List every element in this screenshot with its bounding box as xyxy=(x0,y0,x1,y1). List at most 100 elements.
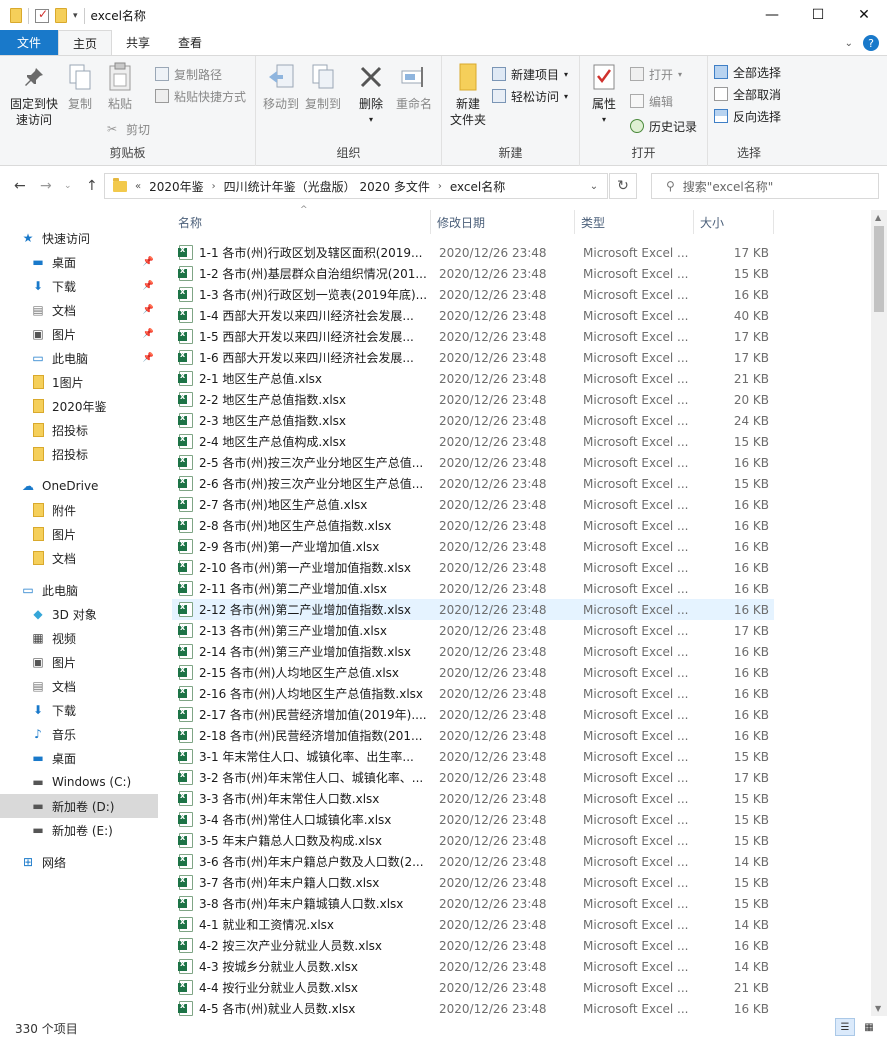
sidebar-item[interactable]: 2020年鉴 xyxy=(0,394,158,418)
open-button[interactable]: 打开 ▾ xyxy=(630,64,682,84)
paste-shortcut-button[interactable]: 粘贴快捷方式 xyxy=(155,86,246,106)
up-arrow-icon[interactable]: ↑ xyxy=(86,178,98,194)
file-row[interactable]: 2-4 地区生产总值构成.xlsx 2020/12/26 23:48 Microso… xyxy=(172,431,774,452)
help-icon[interactable]: ? xyxy=(863,35,879,51)
sidebar-item[interactable]: ▤ 文档 xyxy=(0,674,158,698)
breadcrumb-item[interactable]: excel名称 xyxy=(450,178,505,195)
chevron-down-icon[interactable]: ▾ xyxy=(73,11,78,21)
file-row[interactable]: 2-3 地区生产总值指数.xlsx 2020/12/26 23:48 Microso… xyxy=(172,410,774,431)
select-all-button[interactable]: 全部选择 xyxy=(714,62,781,82)
file-row[interactable]: 1-1 各市(州)行政区划及辖区面积(2019... 2020/12/26 23:… xyxy=(172,242,774,263)
sidebar-item[interactable]: 附件 xyxy=(0,498,158,522)
file-row[interactable]: 2-13 各市(州)第三产业增加值.xlsx 2020/12/26 23:48 Mi… xyxy=(172,620,774,641)
address-dropdown-icon[interactable]: ⌄ xyxy=(580,173,608,199)
file-row[interactable]: 1-6 西部大开发以来四川经济社会发展... 2020/12/26 23:48 Mi… xyxy=(172,347,774,368)
file-row[interactable]: 2-18 各市(州)民营经济增加值指数(201... 2020/12/26 23:… xyxy=(172,725,774,746)
scrollbar-thumb[interactable] xyxy=(874,226,884,312)
column-header-type[interactable]: 类型 xyxy=(575,210,694,234)
file-row[interactable]: 4-2 按三次产业分就业人员数.xlsx 2020/12/26 23:48 Micr… xyxy=(172,935,774,956)
file-row[interactable]: 2-2 地区生产总值指数.xlsx 2020/12/26 23:48 Microso… xyxy=(172,389,774,410)
copy-to-button[interactable]: 复制到 xyxy=(304,62,342,112)
tab-home[interactable]: 主页 xyxy=(58,30,113,55)
file-row[interactable]: 2-8 各市(州)地区生产总值指数.xlsx 2020/12/26 23:48 Mi… xyxy=(172,515,774,536)
chevron-down-icon[interactable]: ⌄ xyxy=(845,38,853,49)
file-row[interactable]: 2-17 各市(州)民营经济增加值(2019年).... 2020/12/26 2… xyxy=(172,704,774,725)
breadcrumb-item[interactable]: 四川统计年鉴（光盘版） 2020 多文件 xyxy=(224,178,430,195)
sidebar-item[interactable]: ▬ Windows (C:) xyxy=(0,770,158,794)
refresh-icon[interactable]: ↻ xyxy=(609,173,637,199)
paste-button[interactable]: 粘贴 xyxy=(102,62,138,112)
sidebar-item[interactable]: ◆ 3D 对象 xyxy=(0,602,158,626)
tab-file[interactable]: 文件 xyxy=(0,30,58,55)
sidebar-item[interactable]: ▣ 图片 xyxy=(0,650,158,674)
file-row[interactable]: 1-3 各市(州)行政区划一览表(2019年底)... 2020/12/26 23… xyxy=(172,284,774,305)
cut-button[interactable]: ✂ 剪切 xyxy=(107,119,150,139)
file-row[interactable]: 1-2 各市(州)基层群众自治组织情况(201... 2020/12/26 23:… xyxy=(172,263,774,284)
file-row[interactable]: 3-2 各市(州)年末常住人口、城镇化率、... 2020/12/26 23:48… xyxy=(172,767,774,788)
sidebar-item[interactable]: ▬ 桌面 📌 xyxy=(0,250,158,274)
breadcrumb-overflow[interactable]: « xyxy=(135,181,141,192)
file-row[interactable]: 2-14 各市(州)第三产业增加值指数.xlsx 2020/12/26 23:48… xyxy=(172,641,774,662)
search-box[interactable]: ⚲ 搜索"excel名称" xyxy=(651,173,879,199)
file-row[interactable]: 2-5 各市(州)按三次产业分地区生产总值... 2020/12/26 23:48… xyxy=(172,452,774,473)
pin-quick-access-button[interactable]: 固定到快 速访问 xyxy=(8,62,60,128)
scroll-up-icon[interactable]: ▲ xyxy=(875,213,881,222)
properties-icon[interactable] xyxy=(35,7,49,23)
breadcrumb-item[interactable]: 2020年鉴 xyxy=(149,178,204,195)
maximize-button[interactable]: ☐ xyxy=(795,0,841,30)
file-row[interactable]: 2-9 各市(州)第一产业增加值.xlsx 2020/12/26 23:48 Mic… xyxy=(172,536,774,557)
sidebar-item[interactable]: ☁ OneDrive xyxy=(0,474,158,498)
forward-arrow-icon[interactable]: → xyxy=(40,178,52,194)
file-row[interactable]: 2-7 各市(州)地区生产总值.xlsx 2020/12/26 23:48 Micr… xyxy=(172,494,774,515)
sidebar-item[interactable]: ▦ 视频 xyxy=(0,626,158,650)
sidebar-item[interactable]: 招投标 xyxy=(0,442,158,466)
scroll-down-icon[interactable]: ▼ xyxy=(875,1004,881,1013)
history-button[interactable]: 历史记录 xyxy=(630,116,697,136)
vertical-scrollbar[interactable]: ▲ ▼ xyxy=(871,210,887,1016)
file-row[interactable]: 3-7 各市(州)年末户籍人口数.xlsx 2020/12/26 23:48 Mic… xyxy=(172,872,774,893)
file-row[interactable]: 1-4 西部大开发以来四川经济社会发展... 2020/12/26 23:48 Mi… xyxy=(172,305,774,326)
file-row[interactable]: 2-6 各市(州)按三次产业分地区生产总值... 2020/12/26 23:48… xyxy=(172,473,774,494)
file-row[interactable]: 2-16 各市(州)人均地区生产总值指数.xlsx 2020/12/26 23:4… xyxy=(172,683,774,704)
invert-selection-button[interactable]: 反向选择 xyxy=(714,106,781,126)
file-row[interactable]: 3-3 各市(州)年末常住人口数.xlsx 2020/12/26 23:48 Mic… xyxy=(172,788,774,809)
details-view-icon[interactable]: ☰ xyxy=(835,1018,855,1036)
chevron-right-icon[interactable]: › xyxy=(212,181,216,192)
minimize-button[interactable]: — xyxy=(749,0,795,30)
sidebar-item[interactable]: ⊞ 网络 xyxy=(0,850,158,874)
tab-share[interactable]: 共享 xyxy=(112,30,164,55)
copy-path-button[interactable]: 复制路径 xyxy=(155,64,222,84)
sidebar-item[interactable]: ⬇ 下载 xyxy=(0,698,158,722)
new-item-button[interactable]: 新建项目 ▾ xyxy=(492,64,568,84)
recent-locations-icon[interactable]: ⌄ xyxy=(64,181,72,191)
file-row[interactable]: 2-1 地区生产总值.xlsx 2020/12/26 23:48 Microsoft… xyxy=(172,368,774,389)
delete-button[interactable]: 删除 ▾ xyxy=(354,62,388,128)
close-button[interactable]: ✕ xyxy=(841,0,887,30)
edit-button[interactable]: 编辑 xyxy=(630,91,673,111)
file-row[interactable]: 1-5 西部大开发以来四川经济社会发展... 2020/12/26 23:48 Mi… xyxy=(172,326,774,347)
sidebar-item[interactable]: 文档 xyxy=(0,546,158,570)
column-header-size[interactable]: 大小 xyxy=(694,210,774,234)
file-row[interactable]: 2-15 各市(州)人均地区生产总值.xlsx 2020/12/26 23:48 M… xyxy=(172,662,774,683)
column-header-date[interactable]: 修改日期 xyxy=(431,210,575,234)
file-row[interactable]: 4-1 就业和工资情况.xlsx 2020/12/26 23:48 Microsof… xyxy=(172,914,774,935)
sidebar-item[interactable]: ⬇ 下载 📌 xyxy=(0,274,158,298)
sidebar-item[interactable]: 招投标 xyxy=(0,418,158,442)
new-folder-icon[interactable] xyxy=(55,8,67,23)
sidebar-item[interactable]: ▭ 此电脑 📌 xyxy=(0,346,158,370)
file-row[interactable]: 4-3 按城乡分就业人员数.xlsx 2020/12/26 23:48 Micros… xyxy=(172,956,774,977)
column-header-name[interactable]: ^ 名称 xyxy=(172,205,431,234)
sidebar-item[interactable]: ▬ 新加卷 (D:) xyxy=(0,794,158,818)
address-bar[interactable]: « 2020年鉴 › 四川统计年鉴（光盘版） 2020 多文件 › excel名… xyxy=(104,173,608,199)
sidebar-item[interactable]: ▬ 新加卷 (E:) xyxy=(0,818,158,842)
sidebar-item[interactable]: ▭ 此电脑 xyxy=(0,578,158,602)
move-to-button[interactable]: 移动到 xyxy=(262,62,300,112)
large-icons-view-icon[interactable]: ▦ xyxy=(859,1018,879,1036)
sidebar-item[interactable]: ▣ 图片 📌 xyxy=(0,322,158,346)
sidebar-item[interactable]: 图片 xyxy=(0,522,158,546)
file-row[interactable]: 3-8 各市(州)年末户籍城镇人口数.xlsx 2020/12/26 23:48 M… xyxy=(172,893,774,914)
sidebar-item[interactable]: ♪ 音乐 xyxy=(0,722,158,746)
copy-button[interactable]: 复制 xyxy=(62,62,98,112)
sidebar-item[interactable]: ▤ 文档 📌 xyxy=(0,298,158,322)
file-row[interactable]: 2-11 各市(州)第二产业增加值.xlsx 2020/12/26 23:48 Mi… xyxy=(172,578,774,599)
